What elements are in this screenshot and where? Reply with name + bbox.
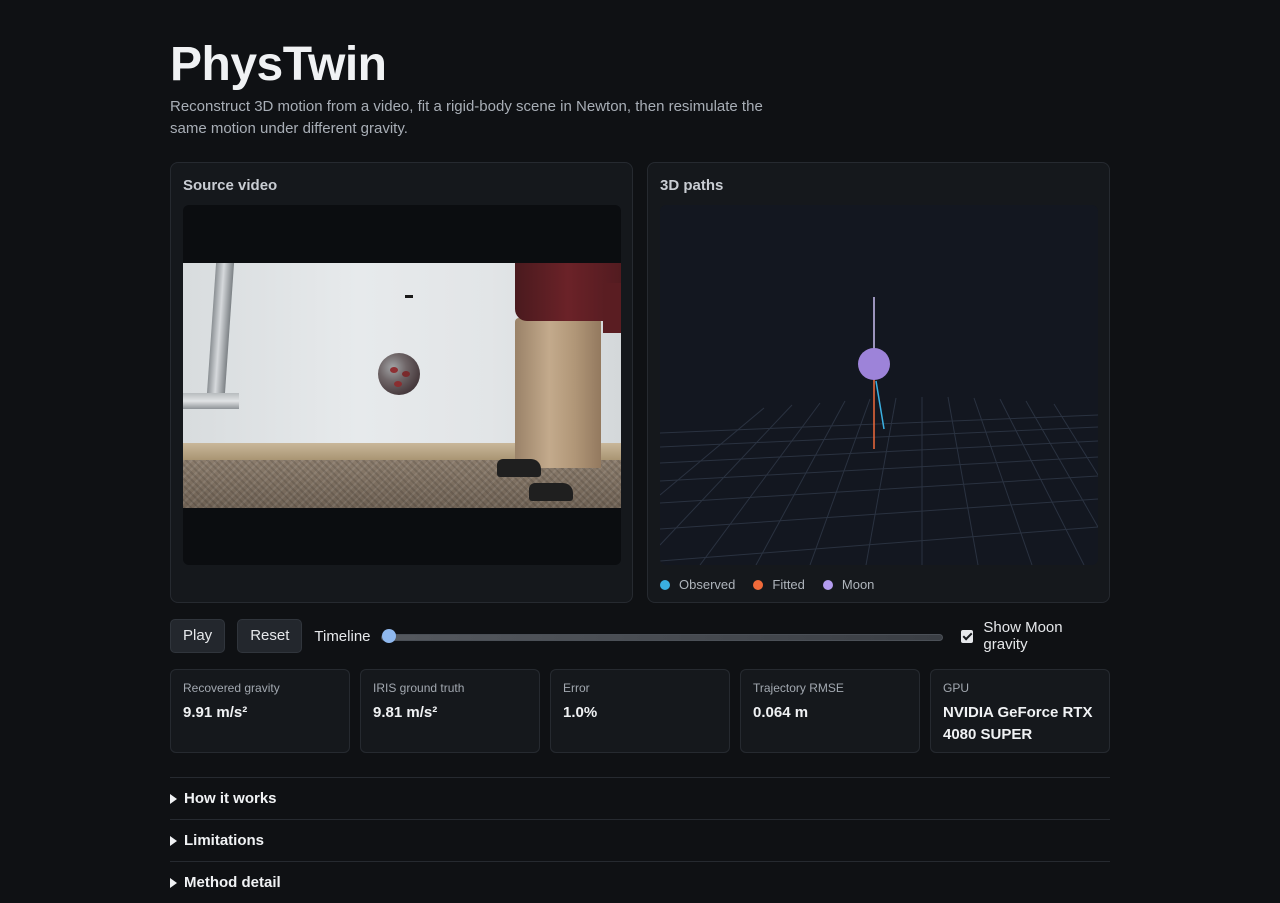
3d-scene bbox=[660, 297, 1098, 565]
play-button[interactable]: Play bbox=[170, 619, 226, 653]
stat-label: Trajectory RMSE bbox=[753, 681, 844, 695]
details-method-detail[interactable]: Method detail bbox=[170, 861, 1110, 903]
disclosure-triangle-icon bbox=[170, 793, 177, 804]
legend-fitted-label: Fitted bbox=[772, 577, 805, 592]
stat-value: 9.91 m/s² bbox=[183, 704, 248, 721]
page: PhysTwin Reconstruct 3D motion from a vi… bbox=[170, 0, 1110, 903]
details-label: Limitations bbox=[184, 832, 265, 849]
legend-observed-dot bbox=[660, 580, 670, 590]
stat-value: 0.064 m bbox=[753, 704, 809, 721]
video-player[interactable] bbox=[183, 205, 621, 565]
pipe-elbow bbox=[183, 393, 239, 409]
paths-panel: 3D paths Observed Fitted Moon bbox=[647, 162, 1110, 603]
stat-recovered-gravity: Recovered gravity 9.91 m/s² bbox=[170, 669, 350, 753]
source-video-title: Source video bbox=[183, 177, 278, 194]
video-frame bbox=[183, 263, 621, 508]
timeline-slider[interactable] bbox=[380, 626, 943, 646]
source-video-panel: Source video bbox=[170, 162, 633, 603]
details-list: How it works Limitations Method detail bbox=[170, 777, 1110, 903]
stat-label: IRIS ground truth bbox=[373, 681, 465, 695]
playback-controls: Play Reset Timeline Show Moon gravity bbox=[170, 619, 1110, 653]
legend-moon: Moon bbox=[822, 577, 875, 593]
stat-value: 9.81 m/s² bbox=[373, 704, 438, 721]
disclosure-triangle-icon bbox=[170, 877, 177, 888]
reset-button[interactable]: Reset bbox=[237, 619, 303, 653]
stats-row: Recovered gravity 9.91 m/s² IRIS ground … bbox=[170, 669, 1110, 753]
page-title: PhysTwin bbox=[170, 38, 387, 91]
stat-value: NVIDIA GeForce RTX 4080 SUPER bbox=[943, 704, 1093, 743]
stat-trajectory-rmse: Trajectory RMSE 0.064 m bbox=[740, 669, 920, 753]
stat-label: Recovered gravity bbox=[183, 681, 280, 695]
paths-title: 3D paths bbox=[660, 177, 724, 194]
wall-mark bbox=[405, 295, 413, 298]
person-arm bbox=[603, 283, 621, 333]
stat-error: Error 1.0% bbox=[550, 669, 730, 753]
ball bbox=[378, 353, 420, 395]
legend-fitted: Fitted bbox=[753, 577, 805, 593]
3d-viewport[interactable] bbox=[660, 205, 1098, 565]
person-legs bbox=[515, 318, 601, 468]
ground-grid bbox=[660, 396, 1098, 565]
details-how-it-works[interactable]: How it works bbox=[170, 777, 1110, 819]
stat-gpu: GPU NVIDIA GeForce RTX 4080 SUPER bbox=[930, 669, 1110, 753]
legend-fitted-dot bbox=[753, 580, 764, 590]
moon-ball bbox=[858, 348, 890, 380]
stat-label: GPU bbox=[943, 681, 970, 695]
moon-gravity-checkbox[interactable] bbox=[960, 629, 974, 643]
legend-observed: Observed bbox=[660, 577, 735, 593]
moon-gravity-toggle[interactable]: Show Moon gravity bbox=[960, 619, 1111, 653]
disclosure-triangle-icon bbox=[170, 835, 177, 846]
legend-moon-label: Moon bbox=[841, 577, 875, 592]
details-limitations[interactable]: Limitations bbox=[170, 819, 1110, 861]
panels: Source video 3D paths Observed Fitted Mo… bbox=[170, 162, 1110, 603]
timeline-thumb[interactable] bbox=[381, 629, 396, 643]
details-label: Method detail bbox=[184, 874, 281, 891]
stat-value: 1.0% bbox=[563, 704, 598, 721]
page-subtitle: Reconstruct 3D motion from a video, fit … bbox=[170, 98, 763, 137]
timeline-track[interactable] bbox=[380, 634, 943, 641]
timeline-label: Timeline bbox=[314, 627, 371, 645]
stat-ground-truth: IRIS ground truth 9.81 m/s² bbox=[360, 669, 540, 753]
details-label: How it works bbox=[184, 790, 277, 807]
legend-observed-label: Observed bbox=[679, 577, 736, 592]
moon-gravity-label: Show Moon gravity bbox=[983, 619, 1063, 653]
legend-moon-dot bbox=[822, 580, 833, 590]
shoe-right bbox=[529, 483, 573, 501]
legend: Observed Fitted Moon bbox=[660, 577, 1097, 593]
observed-path bbox=[875, 380, 885, 430]
shoe-left bbox=[497, 459, 541, 477]
stat-label: Error bbox=[563, 681, 590, 695]
